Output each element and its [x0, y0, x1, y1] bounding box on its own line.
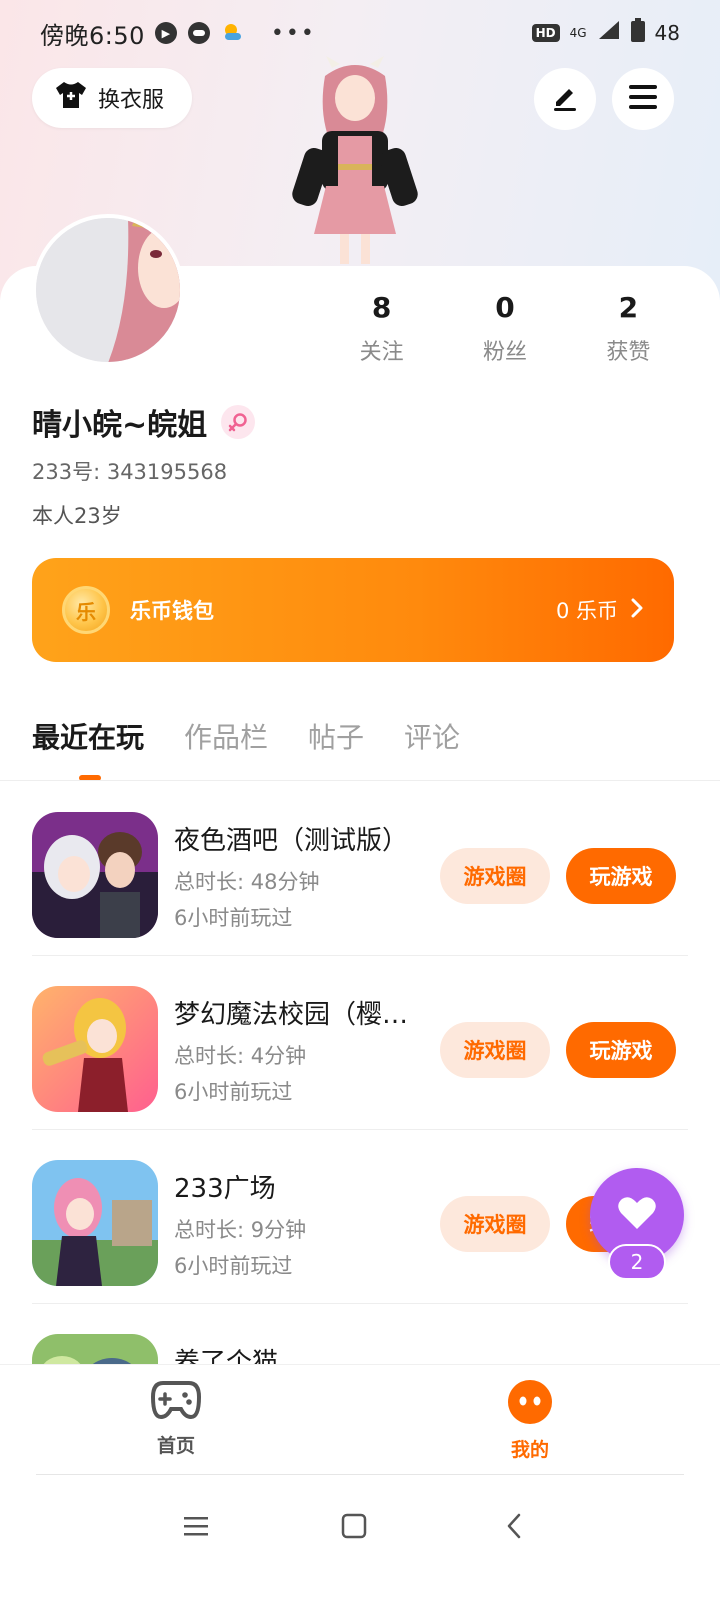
pen-icon	[550, 82, 580, 116]
stat-followers-value: 0	[495, 291, 515, 324]
game-icon-night-bar[interactable]	[32, 812, 158, 938]
hamburger-menu-icon	[628, 84, 658, 114]
status-time: 傍晚6:50	[40, 21, 145, 50]
game-circle-button[interactable]: 游戏圈	[440, 1022, 550, 1078]
game-last-played: 6小时前玩过	[174, 1254, 293, 1278]
stat-following-label: 关注	[359, 340, 404, 365]
tab-works[interactable]: 作品栏	[184, 716, 268, 760]
play-game-button[interactable]: 玩游戏	[566, 1022, 676, 1078]
recent-apps-icon[interactable]	[176, 1506, 216, 1546]
user-name: 晴小皖~皖姐	[32, 408, 208, 443]
avatar-3d-figure[interactable]	[280, 56, 430, 266]
game-name: 233广场	[174, 1174, 276, 1204]
gamepad-status-icon	[187, 21, 211, 45]
nav-home-label: 首页	[156, 1435, 195, 1457]
wallet-balance: 0 乐币	[555, 599, 618, 623]
game-last-played: 6小时前玩过	[174, 1080, 293, 1104]
home-square-icon[interactable]	[334, 1506, 374, 1546]
tabs-divider	[0, 780, 720, 781]
stat-likes-label: 获赞	[606, 340, 651, 365]
game-icon-magic-school[interactable]	[32, 986, 158, 1112]
stat-followers[interactable]: 0 粉丝	[443, 290, 566, 366]
play-game-button[interactable]: 玩游戏	[566, 848, 676, 904]
chevron-right-icon	[630, 597, 644, 624]
system-navigation-bar	[0, 1476, 720, 1600]
user-id: 233号: 343195568	[32, 460, 228, 484]
tab-recently-played[interactable]: 最近在玩	[32, 716, 144, 760]
tab-posts[interactable]: 帖子	[308, 716, 364, 760]
nav-home[interactable]: 首页	[116, 1379, 236, 1458]
bottom-navigation: 首页 我的	[0, 1364, 720, 1474]
back-icon[interactable]	[494, 1506, 534, 1546]
game-circle-button[interactable]: 游戏圈	[440, 848, 550, 904]
like-count-badge: 2	[608, 1244, 666, 1280]
edit-profile-button[interactable]	[534, 68, 596, 130]
gamepad-icon	[150, 1381, 202, 1425]
tab-comments[interactable]: 评论	[404, 716, 460, 760]
profile-stats: 8 关注 0 粉丝 2 获赞	[320, 290, 690, 366]
stat-followers-label: 粉丝	[482, 340, 527, 365]
stat-following-value: 8	[371, 291, 392, 324]
game-duration: 总时长: 48分钟	[174, 870, 320, 894]
signal-icon	[597, 19, 621, 47]
coin-icon: 乐	[62, 586, 110, 634]
profile-tabs: 最近在玩 作品栏 帖子 评论	[32, 716, 460, 760]
game-last-played: 6小时前玩过	[174, 906, 293, 930]
game-circle-button[interactable]: 游戏圈	[440, 1196, 550, 1252]
female-gender-icon	[221, 405, 256, 439]
media-play-icon: ▶	[154, 22, 177, 44]
nav-mine[interactable]: 我的	[470, 1379, 590, 1462]
weather-status-icon	[221, 21, 245, 45]
heart-icon	[617, 1195, 657, 1235]
nav-mine-label: 我的	[510, 1439, 549, 1461]
game-list-item[interactable]: 夜色酒吧（测试版） 总时长: 48分钟 6小时前玩过 游戏圈 玩游戏	[32, 782, 688, 956]
shirt-icon	[54, 80, 88, 116]
menu-button[interactable]	[612, 68, 674, 130]
change-outfit-label: 换衣服	[98, 88, 165, 113]
change-outfit-button[interactable]: 换衣服	[32, 68, 192, 128]
game-name: 夜色酒吧（测试版）	[174, 826, 409, 856]
stat-likes-value: 2	[618, 291, 639, 324]
nav-divider	[36, 1474, 684, 1475]
network-type: 4G	[569, 26, 587, 40]
battery-level: 48	[654, 21, 680, 45]
game-duration: 总时长: 9分钟	[174, 1218, 307, 1242]
hd-voice-badge: HD	[531, 24, 560, 42]
game-name: 梦幻魔法校园（樱…	[174, 1000, 409, 1030]
game-duration: 总时长: 4分钟	[174, 1044, 307, 1068]
coin-wallet-banner[interactable]: 乐 乐币钱包 0 乐币	[32, 558, 674, 662]
avatar[interactable]	[32, 214, 184, 366]
battery-icon	[630, 18, 645, 48]
game-list-item[interactable]: 梦幻魔法校园（樱… 总时长: 4分钟 6小时前玩过 游戏圈 玩游戏	[32, 956, 688, 1130]
game-icon-233-square[interactable]	[32, 1160, 158, 1286]
mine-face-icon	[507, 1380, 553, 1429]
stat-likes[interactable]: 2 获赞	[567, 290, 690, 366]
stat-following[interactable]: 8 关注	[320, 290, 443, 366]
more-notifications-icon: •••	[270, 20, 316, 46]
user-bio: 本人23岁	[32, 504, 122, 528]
name-row: 晴小皖~皖姐	[32, 400, 256, 444]
wallet-label: 乐币钱包	[130, 599, 214, 623]
